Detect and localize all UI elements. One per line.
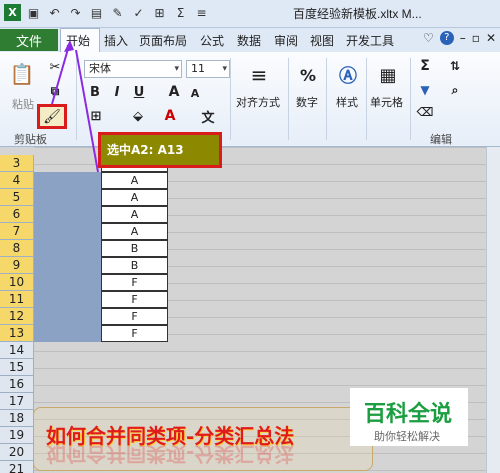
brand-subtitle: 助你轻松解决 (374, 430, 440, 443)
brand-title: 百科全说 (364, 402, 453, 427)
arrow-head (64, 40, 74, 52)
brand-watermark: 百科全说 助你轻松解决 (350, 388, 468, 446)
caption-reflection: 如何合并同类项-分类汇总法 (46, 442, 295, 466)
arrow-to-tab-line (75, 49, 99, 173)
